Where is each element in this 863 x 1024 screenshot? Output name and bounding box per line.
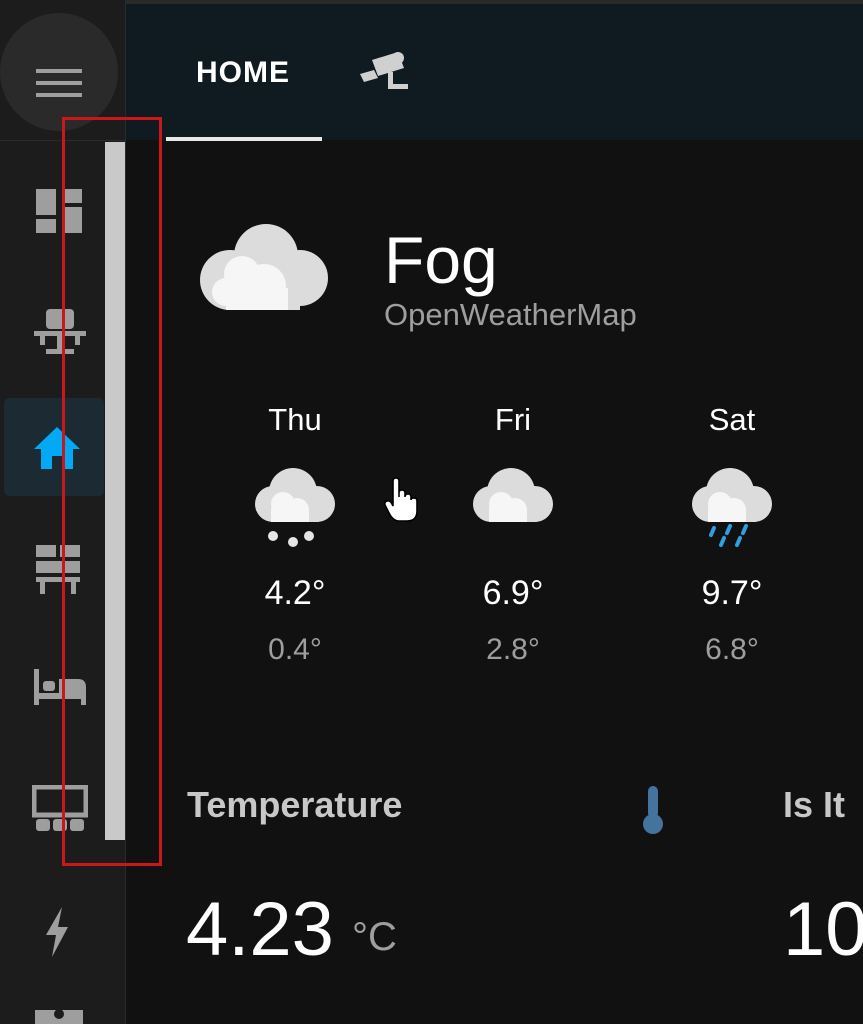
lightning-icon — [46, 907, 68, 957]
forecast-high: 9.7° — [701, 574, 763, 612]
active-tab-indicator — [166, 137, 322, 141]
person-badge-icon — [35, 1009, 83, 1024]
hamburger-icon — [36, 69, 82, 97]
forecast-high: 6.9° — [482, 574, 544, 612]
forecast-day-name: Thu — [268, 402, 322, 437]
tab-home-label: HOME — [196, 56, 290, 89]
forecast-high: 4.2° — [264, 574, 326, 612]
weather-condition: Fog — [384, 223, 498, 297]
rainy-cloud-icon — [662, 464, 802, 554]
forecast-low: 0.4° — [268, 633, 322, 666]
forecast-day: Thu 4.2° 0.4° — [225, 400, 365, 667]
temperature-value: 4.23 — [186, 887, 334, 972]
tab-camera[interactable] — [358, 44, 418, 104]
forecast-day: Sat 9.7° 6.8° — [662, 400, 802, 667]
temperature-unit: °C — [352, 915, 397, 959]
isit-card-title: Is It — [783, 784, 846, 825]
weather-provider: OpenWeatherMap — [384, 297, 637, 332]
fog-weather-icon — [196, 216, 330, 321]
sidebar-item-energy[interactable] — [4, 878, 104, 976]
snowy-cloud-icon — [225, 464, 365, 554]
cloudy-icon — [443, 464, 583, 554]
temperature-title: Temperature — [187, 784, 403, 825]
forecast-low: 6.8° — [705, 633, 759, 666]
forecast-day-name: Fri — [494, 402, 532, 437]
forecast-day-name: Sat — [708, 402, 756, 437]
thermometer-icon — [638, 784, 668, 841]
sidebar-item-person[interactable] — [0, 1006, 125, 1024]
isit-card-value: 10 — [783, 887, 863, 972]
cctv-camera-icon — [360, 52, 408, 89]
highlight-annotation-box — [62, 117, 162, 866]
forecast-low: 2.8° — [486, 633, 540, 666]
menu-button[interactable] — [0, 13, 118, 131]
forecast-day: Fri 6.9° 2.8° — [443, 400, 583, 667]
top-app-bar: HOME — [126, 0, 863, 141]
hand-cursor-icon — [383, 477, 419, 528]
tab-home[interactable]: HOME — [166, 4, 322, 140]
